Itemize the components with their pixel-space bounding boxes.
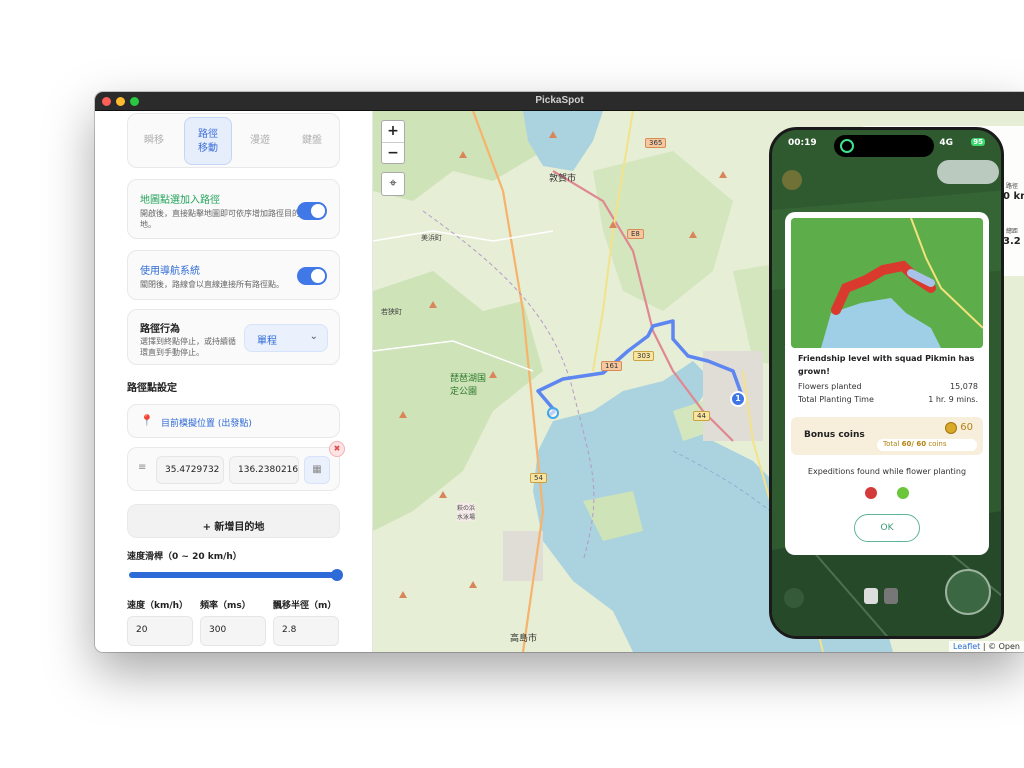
nav-toggle-title: 使用導航系統 [140, 266, 200, 277]
mode-wander[interactable]: 漫遊 [236, 124, 284, 172]
map-click-toggle-card: 地圖點選加入路徑 開啟後，直接點擊地圖即可依序增加路徑目的地。 [127, 179, 340, 239]
dynamic-island [834, 135, 934, 157]
map-label-r303: 303 [633, 351, 655, 361]
chevron-down-icon: ⌄ [309, 331, 318, 342]
freq-input[interactable]: 300 [200, 616, 266, 646]
green-fruit-icon [897, 487, 909, 499]
waypoints-section-title: 路徑點設定 [127, 383, 177, 394]
planting-map-image [791, 218, 983, 348]
drag-handle-icon[interactable]: ≡ [138, 462, 146, 473]
remove-waypoint-icon[interactable]: ✖ [329, 441, 345, 457]
radius-label: 飄移半徑（m） [273, 601, 337, 611]
add-destination-button[interactable]: + 新增目的地 [127, 504, 340, 538]
zoom-out-button[interactable]: − [382, 143, 404, 165]
origin-label: 目前模擬位置 (出發點) [161, 419, 252, 429]
window-title: PickaSpot [535, 95, 584, 106]
red-fruit-icon [865, 487, 877, 499]
nav-toggle-desc: 關閉後，路線會以直線連接所有路徑點。 [140, 280, 284, 289]
bonus-total-value: 60/ 60 [901, 440, 927, 448]
map-click-toggle-switch[interactable] [297, 202, 327, 220]
mode-selector: 瞬移 路徑 移動 漫遊 鍵盤 [127, 113, 340, 168]
waypoint-row: ≡ 35.4729732 136.2380216 ▦ ✖ [127, 441, 345, 491]
title-bar: PickaSpot [95, 92, 1024, 111]
route-behavior-card: 路徑行為 選擇到終點停止，或持續循環直到手動停止。 單程 ⌄ [127, 309, 340, 365]
leaflet-link[interactable]: Leaflet [953, 642, 980, 651]
link-icon [840, 139, 854, 153]
sidebar: 瞬移 路徑 移動 漫遊 鍵盤 地圖點選加入路徑 開啟後，直接點擊地圖即可依序增加… [95, 111, 373, 652]
lng-input[interactable]: 136.2380216 [229, 456, 299, 484]
speed-slider-label: 速度滑桿（0 ~ 20 km/h） [127, 552, 242, 562]
calendar-icon[interactable]: ▦ [304, 456, 330, 484]
map-label-town2: 若狭町 [381, 308, 402, 316]
planting-time-label: Total Planting Time [798, 395, 874, 404]
nav-toggle-card: 使用導航系統 關閉後，路線會以直線連接所有路徑點。 [127, 250, 340, 300]
map-label-r8: E8 [627, 229, 644, 239]
map-label-r161: 161 [601, 361, 623, 371]
lat-input[interactable]: 35.4729732 [156, 456, 224, 484]
map-attribution: Leaflet | © Open [949, 641, 1024, 652]
nav-toggle-switch[interactable] [297, 267, 327, 285]
bonus-value: 60 [960, 422, 973, 433]
map-label-r54: 54 [530, 473, 547, 483]
mode-teleport[interactable]: 瞬移 [130, 124, 178, 172]
current-location-marker[interactable] [547, 407, 559, 419]
radius-input[interactable]: 2.8 [273, 616, 339, 646]
coin-icon [945, 422, 957, 434]
bonus-total-label: Total [883, 440, 900, 448]
bonus-coins-label: coins [928, 440, 947, 448]
map-label-r44: 44 [693, 411, 710, 421]
planting-map-thumbnail [791, 218, 983, 348]
waypoint-marker[interactable]: 1 [730, 391, 746, 407]
app-window: PickaSpot 瞬移 路徑 移動 漫遊 鍵盤 地圖點選加入路徑 開啟後，直接… [95, 92, 1024, 652]
attribution-rest: | © Open [982, 642, 1020, 651]
route-behavior-select[interactable]: 單程 ⌄ [244, 324, 328, 352]
freq-label: 頻率（ms） [200, 601, 251, 611]
route-info-value1: 0 km [1003, 191, 1024, 202]
bonus-label: Bonus coins [804, 430, 865, 440]
zoom-in-button[interactable]: + [382, 121, 404, 143]
phone-battery: 95 [971, 138, 985, 146]
modal-title: Friendship level with squad Pikmin has g… [798, 354, 975, 376]
friendship-modal: Friendship level with squad Pikmin has g… [785, 212, 989, 555]
map-label-park: 琵琶湖国 定公園 [450, 374, 487, 397]
bonus-coins-box: Bonus coins 60 Total 60/ 60 coins [791, 417, 983, 455]
phone-mirror: 00:19 4G 95 Friendship level with squad … [769, 127, 1004, 639]
route-info-value2: 3.2 k [1003, 236, 1024, 247]
bonus-total: Total 60/ 60 coins [877, 439, 977, 451]
map-click-toggle-title: 地圖點選加入路徑 [140, 195, 220, 206]
flowers-row: Flowers planted 15,078 [798, 382, 978, 391]
mode-route[interactable]: 路徑 移動 [184, 117, 232, 165]
expeditions-label: Expeditions found while flower planting [807, 467, 967, 476]
route-info-label2: 總距 [1006, 228, 1019, 235]
origin-row[interactable]: 📍 目前模擬位置 (出發點) [127, 404, 340, 438]
phone-time: 00:19 [788, 138, 817, 148]
route-behavior-desc: 選擇到終點停止，或持續循環直到手動停止。 [140, 337, 236, 357]
flowers-label: Flowers planted [798, 382, 862, 391]
map-label-beach: 萩の浜 水泳場 [457, 503, 476, 521]
map-click-toggle-desc: 開啟後，直接點擊地圖即可依序增加路徑目的地。 [140, 209, 300, 229]
map-label-town1: 美浜町 [421, 234, 442, 242]
route-behavior-title: 路徑行為 [140, 324, 180, 335]
ok-button[interactable]: OK [854, 514, 920, 542]
map-label-city2: 高島市 [510, 634, 538, 644]
planting-time-value: 1 hr. 9 mins. [928, 395, 978, 404]
flowers-value: 15,078 [950, 382, 978, 391]
speed-input[interactable]: 20 [127, 616, 193, 646]
speed-label: 速度（km/h） [127, 601, 189, 611]
phone-signal: 4G [939, 138, 953, 148]
speed-slider-track[interactable] [129, 569, 343, 581]
map-label-city1: 敦賀市 [549, 174, 577, 184]
add-destination-label: + 新增目的地 [202, 522, 265, 533]
pin-icon: 📍 [140, 414, 154, 427]
route-behavior-select-value: 單程 [257, 336, 277, 347]
speed-slider-thumb[interactable] [331, 569, 343, 581]
planting-time-row: Total Planting Time 1 hr. 9 mins. [798, 395, 978, 404]
locate-icon[interactable]: ⌖ [381, 172, 405, 196]
map-label-r365: 365 [645, 138, 667, 148]
zoom-control: + − [381, 120, 405, 164]
route-info-label1: 路徑 [1006, 183, 1019, 190]
mode-keyboard[interactable]: 鍵盤 [288, 124, 336, 172]
